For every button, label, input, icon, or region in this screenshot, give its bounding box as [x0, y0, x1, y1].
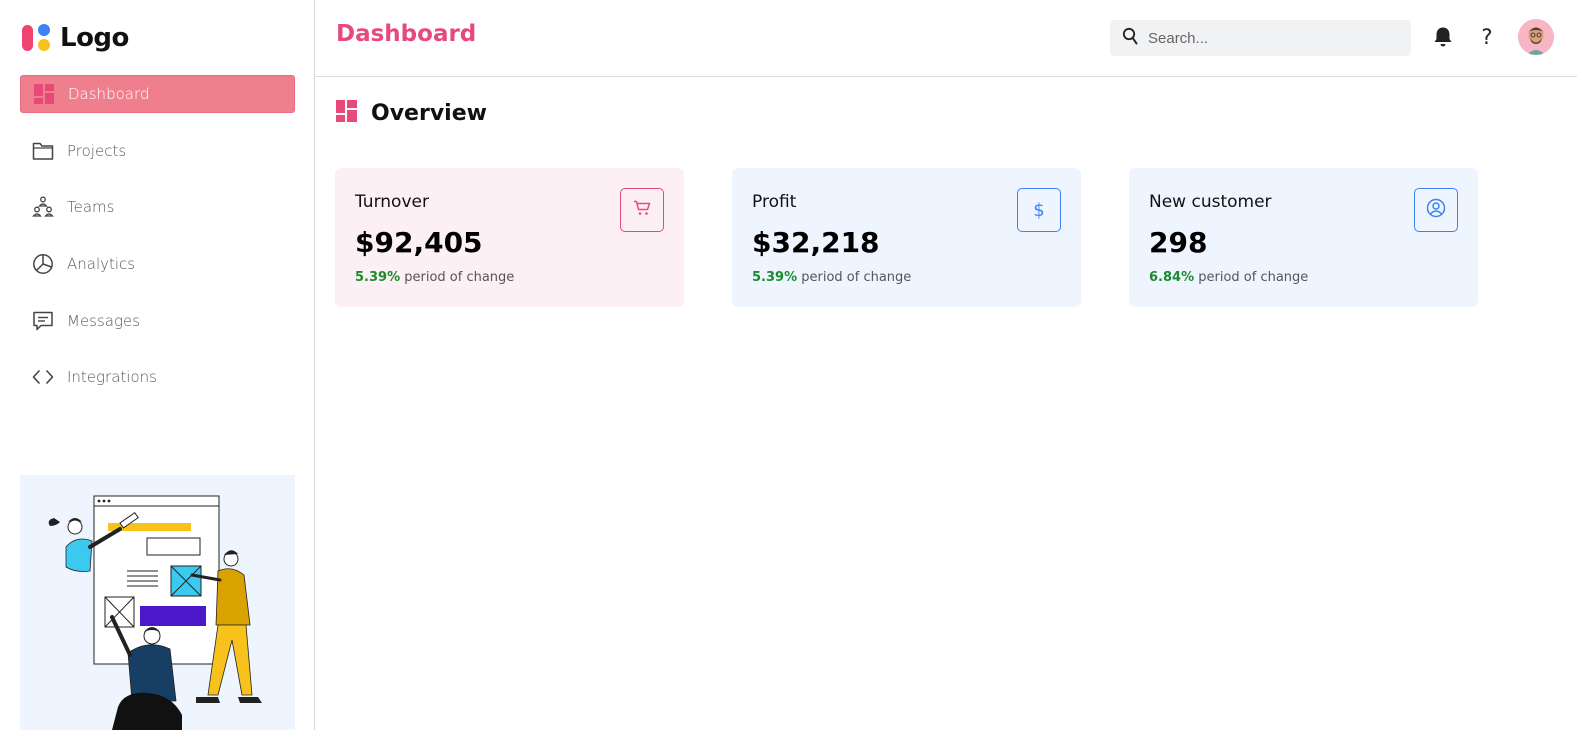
overview-title: Overview [371, 100, 487, 126]
sidebar-item-label: Teams [67, 198, 115, 217]
search-input[interactable] [1148, 29, 1398, 47]
sidebar-item-label: Projects [67, 141, 127, 160]
profit-card: Profit $32,218 5.39% period of change $ [732, 168, 1081, 307]
card-change: 5.39% period of change [752, 270, 911, 285]
team-illustration [20, 475, 295, 730]
sidebar-item-analytics[interactable]: Analytics [20, 245, 295, 283]
message-icon [32, 310, 54, 332]
card-change: 6.84% period of change [1149, 270, 1308, 285]
card-value: $32,218 [752, 226, 880, 259]
app: Logo Dashboard Projects Teams Analytics … [0, 0, 1577, 730]
card-title: Profit [752, 192, 797, 212]
change-percent: 5.39% [355, 270, 401, 285]
sidebar-item-label: Dashboard [68, 85, 150, 103]
cart-button[interactable] [620, 188, 664, 232]
user-circle-icon [1426, 198, 1446, 222]
search-icon [1122, 27, 1138, 49]
card-title: Turnover [355, 192, 429, 212]
change-text: period of change [801, 270, 912, 285]
card-value: $92,405 [355, 226, 483, 259]
search-box[interactable] [1110, 20, 1411, 56]
sidebar-item-label: Messages [67, 311, 141, 330]
avatar[interactable] [1518, 19, 1554, 55]
teams-icon [32, 196, 54, 218]
sidebar-nav: Dashboard Projects Teams Analytics Messa… [20, 75, 295, 415]
logo-text: Logo [60, 23, 129, 53]
page-title: Dashboard [336, 21, 477, 47]
code-icon [32, 366, 54, 388]
card-change: 5.39% period of change [355, 270, 514, 285]
customer-button[interactable] [1414, 188, 1458, 232]
overview-heading: Overview [336, 100, 487, 126]
pie-chart-icon [32, 253, 54, 275]
change-text: period of change [404, 270, 515, 285]
new-customer-card: New customer 298 6.84% period of change [1129, 168, 1478, 307]
sidebar-item-teams[interactable]: Teams [20, 188, 295, 226]
dashboard-icon [33, 83, 55, 105]
folder-icon [32, 140, 54, 162]
dollar-icon: $ [1033, 199, 1045, 221]
sidebar-item-messages[interactable]: Messages [20, 302, 295, 340]
sidebar-item-dashboard[interactable]: Dashboard [20, 75, 295, 113]
change-percent: 6.84% [1149, 270, 1195, 285]
cart-icon [633, 200, 651, 220]
change-percent: 5.39% [752, 270, 798, 285]
sidebar-item-label: Analytics [67, 255, 136, 274]
top-header: Dashboard ? [315, 0, 1577, 77]
sidebar-item-integrations[interactable]: Integrations [20, 358, 295, 396]
logo[interactable]: Logo [22, 22, 129, 54]
help-icon[interactable]: ? [1475, 25, 1499, 49]
logo-mark-icon [22, 22, 54, 54]
dashboard-icon [336, 100, 357, 126]
dollar-button[interactable]: $ [1017, 188, 1061, 232]
turnover-card: Turnover $92,405 5.39% period of change [335, 168, 684, 307]
sidebar: Logo Dashboard Projects Teams Analytics … [0, 0, 315, 730]
sidebar-item-label: Integrations [67, 368, 157, 387]
change-text: period of change [1198, 270, 1309, 285]
bell-icon[interactable] [1431, 25, 1455, 49]
card-value: 298 [1149, 226, 1208, 259]
card-title: New customer [1149, 192, 1272, 212]
sidebar-item-projects[interactable]: Projects [20, 132, 295, 170]
